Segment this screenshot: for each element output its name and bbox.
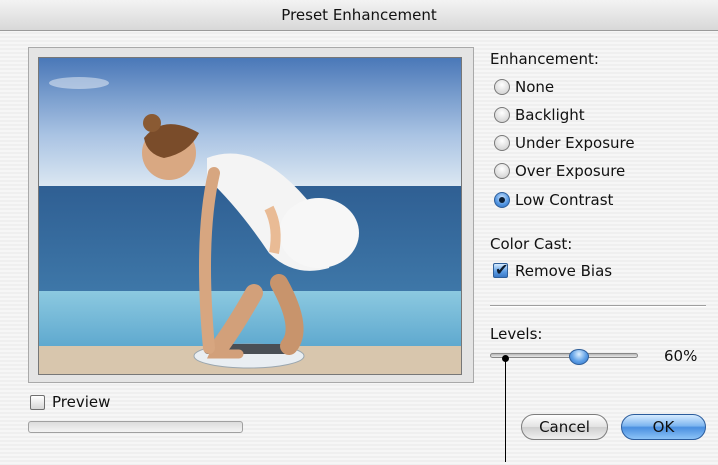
preview-image bbox=[38, 57, 462, 375]
radio-over-exposure[interactable] bbox=[494, 163, 510, 179]
preview-label[interactable]: Preview bbox=[52, 393, 110, 411]
checkmark-icon: ✔ bbox=[495, 260, 509, 279]
radio-under-exposure-label[interactable]: Under Exposure bbox=[515, 134, 635, 152]
levels-value: 60% bbox=[664, 347, 698, 365]
radio-under-exposure[interactable] bbox=[494, 135, 510, 151]
preview-photo-illustration bbox=[39, 58, 461, 374]
window-titlebar: Preset Enhancement bbox=[0, 0, 718, 31]
radio-backlight-label[interactable]: Backlight bbox=[515, 106, 585, 124]
ok-button[interactable]: OK bbox=[621, 414, 706, 440]
radio-none-label[interactable]: None bbox=[515, 78, 554, 96]
radio-none[interactable] bbox=[494, 79, 510, 95]
preview-checkbox[interactable] bbox=[30, 395, 45, 410]
radio-low-contrast-label[interactable]: Low Contrast bbox=[515, 191, 613, 209]
cancel-button[interactable]: Cancel bbox=[521, 414, 608, 440]
radio-low-contrast[interactable] bbox=[494, 192, 510, 208]
levels-slider-thumb[interactable] bbox=[568, 349, 589, 365]
section-divider bbox=[490, 305, 706, 307]
radio-backlight[interactable] bbox=[494, 107, 510, 123]
remove-bias-label[interactable]: Remove Bias bbox=[515, 262, 612, 280]
remove-bias-checkbox[interactable]: ✔ bbox=[493, 260, 509, 279]
levels-slider-track[interactable] bbox=[490, 353, 638, 358]
color-cast-heading: Color Cast: bbox=[490, 235, 573, 253]
preview-progress-bar bbox=[28, 421, 243, 433]
levels-heading: Levels: bbox=[490, 325, 543, 343]
enhancement-heading: Enhancement: bbox=[490, 50, 599, 68]
callout-pointer-dot bbox=[502, 355, 509, 362]
callout-pointer-line bbox=[505, 358, 506, 462]
radio-over-exposure-label[interactable]: Over Exposure bbox=[515, 162, 625, 180]
window-title: Preset Enhancement bbox=[281, 6, 437, 24]
